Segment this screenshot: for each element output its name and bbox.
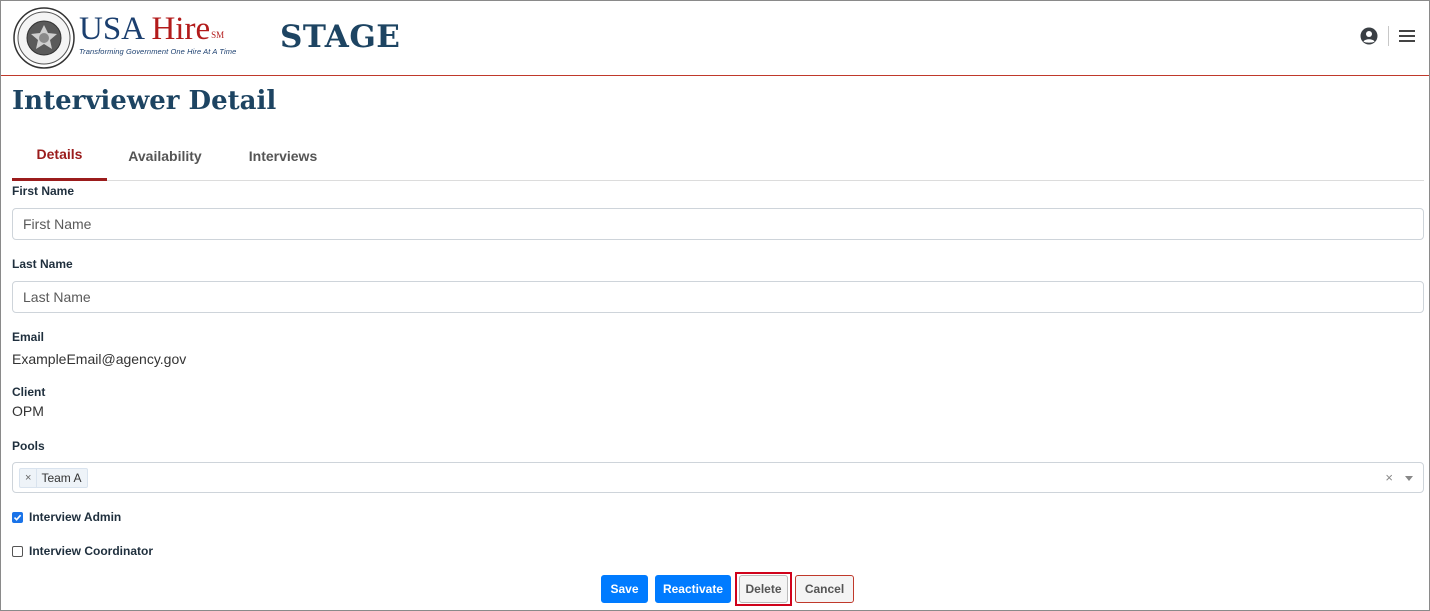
email-label: Email [12,330,45,344]
page-title: Interviewer Detail [12,86,277,116]
tab-bar: Details Availability Interviews [12,130,1424,181]
first-name-input[interactable] [12,208,1424,240]
reactivate-button[interactable]: Reactivate [655,575,731,603]
first-name-label: First Name [12,184,75,198]
tab-interviews[interactable]: Interviews [238,130,328,181]
interview-coordinator-label: Interview Coordinator [29,544,154,558]
brand-tagline: Transforming Government One Hire At A Ti… [79,47,237,56]
delete-button[interactable]: Delete [739,575,788,603]
pools-label: Pools [12,439,45,453]
client-label: Client [12,385,46,399]
interview-coordinator-checkbox[interactable] [12,545,23,557]
interview-coordinator-row[interactable]: Interview Coordinator [12,544,153,558]
cancel-button[interactable]: Cancel [795,575,854,603]
save-button[interactable]: Save [601,575,648,603]
hamburger-menu-icon[interactable] [1399,29,1415,43]
remove-chip-icon[interactable]: × [20,469,38,487]
email-value: ExampleEmail@agency.gov [12,351,187,367]
tab-availability[interactable]: Availability [116,130,214,181]
last-name-label: Last Name [12,257,73,271]
service-mark: SM [211,30,225,40]
brand-name: USA HireSM [79,13,236,46]
client-value: OPM [12,403,44,419]
tab-details[interactable]: Details [12,130,107,181]
brand-name-hire: Hire [151,11,211,47]
header-actions [1360,25,1415,47]
last-name-input[interactable] [12,281,1424,313]
header-separator [1388,26,1389,46]
interview-admin-label: Interview Admin [29,510,122,524]
chevron-down-icon[interactable] [1405,476,1413,481]
checkmark-icon [13,514,22,521]
clear-selection-icon[interactable]: × [1385,470,1393,485]
opm-seal-logo [13,7,75,69]
pool-chip: × Team A [19,468,89,488]
interview-admin-row[interactable]: Interview Admin [12,510,121,524]
app-header: USA HireSM Transforming Government One H… [1,1,1429,76]
brand-name-usa: USA [79,11,144,47]
pool-chip-label: Team A [41,471,82,485]
user-circle-icon[interactable] [1360,27,1378,45]
environment-label: STAGE [280,19,401,55]
brand: USA HireSM Transforming Government One H… [79,13,237,57]
pools-multiselect[interactable]: × Team A × [12,462,1424,493]
interview-admin-checkbox[interactable] [12,511,23,523]
